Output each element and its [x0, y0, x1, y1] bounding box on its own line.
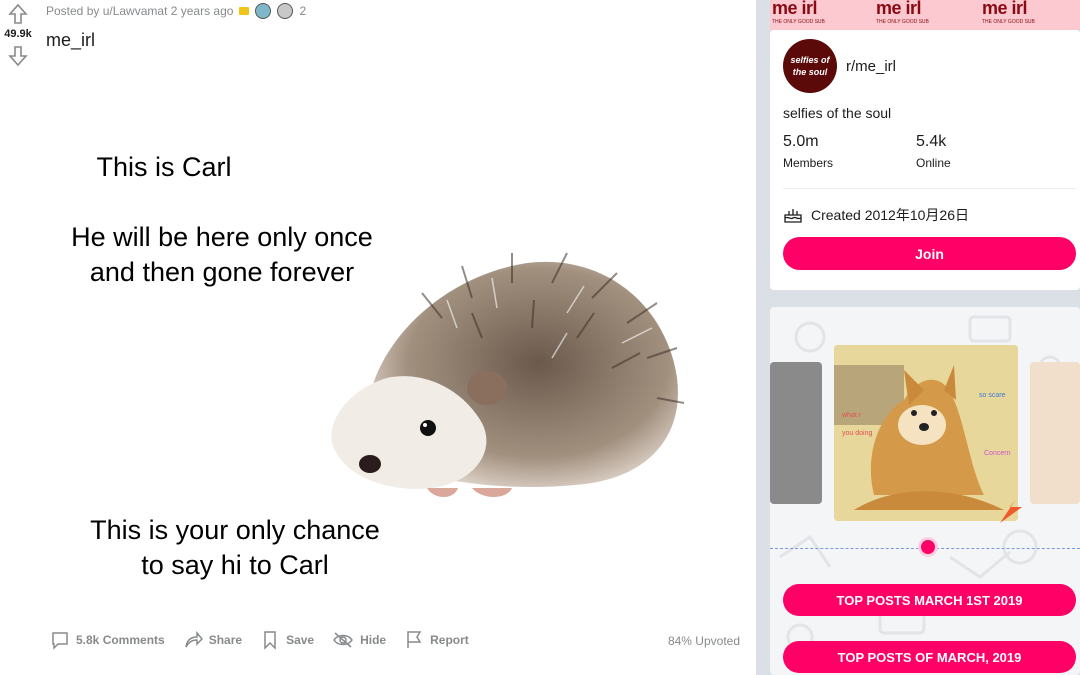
subreddit-description: selfies of the soul	[783, 105, 892, 121]
subreddit-name[interactable]: r/me_irl	[846, 58, 896, 75]
subreddit-banner: me irl THE ONLY GOOD SUB me irl THE ONLY…	[770, 0, 1080, 30]
carousel-image-right[interactable]	[1030, 362, 1080, 504]
upvote-ratio: 84% Upvoted	[667, 634, 740, 648]
created-label: Created 2012年10月26日	[811, 207, 969, 223]
top-posts-day-button[interactable]: TOP POSTS MARCH 1ST 2019	[783, 584, 1076, 616]
doge-text-2: what r	[841, 412, 862, 419]
report-button[interactable]: Report	[404, 630, 469, 650]
downvote-icon[interactable]	[8, 45, 28, 67]
created-date: Created 2012年10月26日	[783, 205, 969, 225]
hedgehog-image	[331, 252, 685, 497]
doge-text-1: so scare	[979, 392, 1006, 399]
banner-text: me irl	[772, 0, 818, 18]
top-posts-card: so scare what r you doing Concern TOP PO…	[770, 307, 1080, 675]
report-label: Report	[430, 633, 469, 647]
upvote-icon[interactable]	[8, 3, 28, 25]
save-button[interactable]: Save	[260, 630, 314, 650]
online-count: 5.4k	[916, 133, 947, 150]
bookmark-icon	[264, 631, 276, 650]
meme-line-3b: to say hi to Carl	[141, 550, 329, 580]
silver-award-icon	[277, 3, 294, 19]
post-actions: 5.8k Comments Share Save Hide Report	[50, 630, 469, 650]
share-button[interactable]: Share	[183, 630, 242, 650]
members-count: 5.0m	[783, 133, 819, 150]
online-label: Online	[916, 156, 951, 170]
column-divider	[756, 0, 770, 675]
save-label: Save	[286, 633, 315, 647]
subreddit-avatar[interactable]: selfies of the soul	[783, 39, 837, 93]
community-card: selfies of the soul r/me_irl selfies of …	[770, 30, 1080, 290]
banner-small-text: THE ONLY GOOD SUB	[982, 19, 1035, 25]
post-title[interactable]: me_irl	[46, 30, 95, 51]
banner-small-text: THE ONLY GOOD SUB	[876, 19, 929, 25]
meme-line-3a: This is your only chance	[90, 515, 380, 545]
join-button[interactable]: Join	[783, 237, 1076, 270]
flag-icon	[407, 631, 422, 648]
comments-label: 5.8k Comments	[76, 633, 165, 647]
hide-label: Hide	[360, 633, 387, 647]
doge-text-3: you doing	[842, 430, 872, 437]
banner-text: me irl	[982, 0, 1028, 18]
carousel-image-left[interactable]	[770, 362, 822, 504]
vote-score: 49.9k	[4, 28, 32, 40]
post-card: 49.9k Posted by u/Lawvamat 2 years ago 2…	[0, 0, 756, 675]
share-label: Share	[208, 633, 243, 647]
posted-by[interactable]: Posted by u/Lawvamat 2 years ago	[46, 4, 233, 18]
banner-text: me irl	[876, 0, 922, 18]
banner-small-text: THE ONLY GOOD SUB	[772, 19, 825, 25]
award-count: 2	[299, 4, 307, 18]
vote-column: 49.9k	[0, 0, 36, 67]
wholesome-award-icon	[255, 3, 272, 19]
carousel-image-center[interactable]: so scare what r you doing Concern	[834, 345, 1018, 521]
cake-icon	[784, 209, 802, 223]
carousel-dot[interactable]	[921, 540, 935, 554]
post-meta: Posted by u/Lawvamat 2 years ago 2	[46, 3, 306, 19]
members-label: Members	[783, 156, 834, 170]
hide-button[interactable]: Hide	[332, 630, 386, 650]
share-icon	[184, 630, 203, 648]
meme-line-1: This is Carl	[96, 152, 232, 182]
eye-slash-icon	[333, 632, 353, 648]
doge-text-4: Concern	[984, 450, 1011, 457]
cursor-arrow-icon	[1000, 499, 1022, 523]
comment-icon	[52, 632, 68, 650]
doge-image: so scare what r you doing Concern	[834, 345, 1018, 521]
comments-button[interactable]: 5.8k Comments	[50, 630, 165, 650]
gold-award-icon	[239, 7, 250, 15]
top-posts-month-button[interactable]: TOP POSTS OF MARCH, 2019	[783, 641, 1076, 673]
divider-line	[783, 188, 1076, 189]
